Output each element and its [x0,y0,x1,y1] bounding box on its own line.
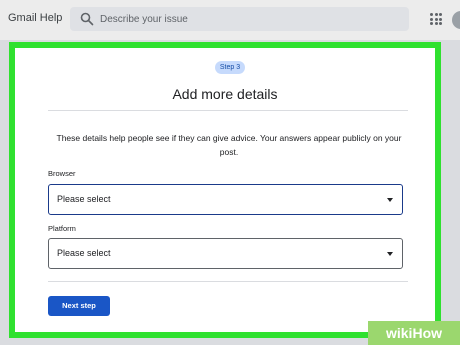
next-step-button[interactable]: Next step [48,296,110,316]
app-title[interactable]: Gmail Help [8,12,62,24]
search-input[interactable] [100,10,400,28]
dropdown-arrow-icon [387,252,393,256]
wikihow-watermark: wikiHow [368,321,460,345]
divider [48,281,408,282]
search-bar[interactable] [70,7,409,31]
top-app-bar: Gmail Help [0,0,460,40]
browser-select[interactable]: Please select [48,184,403,215]
details-form-card: Step 3 Add more details These details he… [15,48,435,332]
dropdown-arrow-icon [387,198,393,202]
platform-select[interactable]: Please select [48,238,403,269]
apps-grid-icon[interactable] [430,13,442,25]
platform-select-value: Please select [57,248,111,258]
search-icon [80,12,94,26]
avatar[interactable] [452,11,460,29]
form-description: These details help people see if they ca… [56,133,402,157]
highlight-frame: Step 3 Add more details These details he… [9,42,441,338]
browser-label: Browser [48,169,76,178]
browser-select-value: Please select [57,194,111,204]
divider [48,110,408,111]
form-title: Add more details [172,86,278,102]
step-badge: Step 3 [215,61,245,74]
platform-label: Platform [48,224,76,233]
